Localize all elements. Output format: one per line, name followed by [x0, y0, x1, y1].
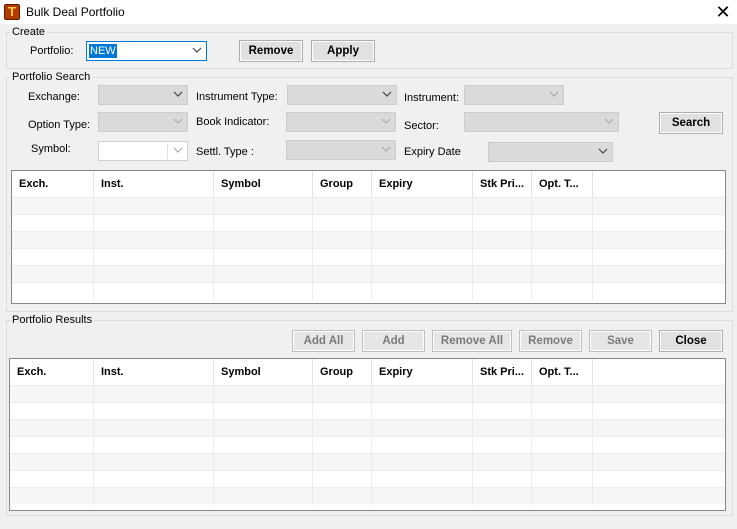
empty-grid-cell: [10, 420, 593, 437]
empty-grid-row: [10, 470, 725, 488]
save-button[interactable]: Save: [589, 330, 652, 352]
chevron-down-icon: [549, 91, 559, 97]
create-group-label: Create: [10, 26, 48, 38]
option-type-label: Option Type:: [28, 119, 91, 131]
grid-header: Exch. Inst. Symbol Group Expiry Stk Pri.…: [10, 359, 725, 385]
empty-grid-row: [12, 214, 725, 232]
chevron-down-icon: [382, 91, 392, 97]
empty-grid-cell: [10, 403, 593, 420]
column-header-exch[interactable]: Exch.: [12, 171, 94, 197]
empty-grid-cell: [12, 249, 593, 266]
column-header-opt-type[interactable]: Opt. T...: [532, 359, 593, 385]
remove-all-button[interactable]: Remove All: [432, 330, 512, 352]
empty-grid-cell: [12, 266, 593, 283]
symbol-dropdown[interactable]: [98, 141, 188, 161]
apply-button[interactable]: Apply: [311, 40, 375, 62]
search-results-grid[interactable]: Exch. Inst. Symbol Group Expiry Stk Pri.…: [11, 170, 726, 304]
column-header-group[interactable]: Group: [313, 171, 372, 197]
settl-type-label: Settl. Type :: [196, 146, 254, 158]
chevron-down-icon: [598, 148, 608, 154]
column-header-symbol[interactable]: Symbol: [214, 359, 313, 385]
instrument-type-label: Instrument Type:: [196, 91, 278, 103]
symbol-input[interactable]: [100, 143, 168, 159]
column-header-stk-price[interactable]: Stk Pri...: [473, 171, 532, 197]
app-logo-icon: T: [4, 4, 20, 20]
empty-grid-row: [12, 197, 725, 215]
empty-grid-row: [10, 453, 725, 471]
close-window-icon[interactable]: ✕: [712, 1, 734, 23]
book-indicator-label: Book Indicator:: [196, 116, 270, 128]
chevron-down-icon: [381, 146, 391, 152]
column-header-inst[interactable]: Inst.: [94, 359, 214, 385]
empty-grid-cell: [10, 437, 593, 454]
chevron-down-icon: [173, 91, 183, 97]
column-header-group[interactable]: Group: [313, 359, 372, 385]
empty-grid-row: [12, 248, 725, 266]
column-header-opt-type[interactable]: Opt. T...: [532, 171, 593, 197]
search-button[interactable]: Search: [659, 112, 723, 134]
portfolio-dropdown[interactable]: NEW: [86, 41, 207, 61]
portfolio-search-label: Portfolio Search: [10, 71, 93, 83]
empty-grid-cell: [10, 386, 593, 403]
empty-grid-row: [12, 282, 725, 300]
column-header-stk-price[interactable]: Stk Pri...: [473, 359, 532, 385]
empty-grid-cell: [10, 471, 593, 488]
exchange-label: Exchange:: [28, 91, 80, 103]
window-title: Bulk Deal Portfolio: [26, 5, 125, 19]
empty-grid-row: [12, 231, 725, 249]
exchange-dropdown[interactable]: [98, 85, 188, 105]
empty-grid-row: [10, 402, 725, 420]
instrument-type-dropdown[interactable]: [287, 85, 397, 105]
empty-grid-row: [12, 265, 725, 283]
empty-grid-row: [10, 436, 725, 454]
column-header-exch[interactable]: Exch.: [10, 359, 94, 385]
sector-label: Sector:: [404, 120, 439, 132]
column-header-inst[interactable]: Inst.: [94, 171, 214, 197]
settl-type-dropdown[interactable]: [286, 140, 396, 160]
chevron-down-icon: [173, 147, 183, 153]
book-indicator-dropdown[interactable]: [286, 112, 396, 132]
column-header-expiry[interactable]: Expiry: [372, 359, 473, 385]
symbol-label: Symbol:: [31, 143, 71, 155]
sector-dropdown[interactable]: [464, 112, 619, 132]
empty-grid-row: [10, 385, 725, 403]
empty-grid-cell: [12, 215, 593, 232]
empty-grid-cell: [12, 283, 593, 300]
expiry-date-label: Expiry Date: [404, 146, 461, 158]
empty-grid-cell: [12, 198, 593, 215]
portfolio-results-grid[interactable]: Exch. Inst. Symbol Group Expiry Stk Pri.…: [9, 358, 726, 511]
remove-button[interactable]: Remove: [519, 330, 582, 352]
add-button[interactable]: Add: [362, 330, 425, 352]
chevron-down-icon: [381, 118, 391, 124]
column-header-symbol[interactable]: Symbol: [214, 171, 313, 197]
add-all-button[interactable]: Add All: [292, 330, 355, 352]
portfolio-value: NEW: [89, 44, 117, 58]
remove-portfolio-button[interactable]: Remove: [239, 40, 303, 62]
empty-grid-row: [10, 419, 725, 437]
close-button[interactable]: Close: [659, 330, 723, 352]
empty-grid-row: [10, 487, 725, 505]
portfolio-label: Portfolio:: [30, 45, 74, 57]
option-type-dropdown[interactable]: [98, 112, 188, 132]
instrument-dropdown[interactable]: [464, 85, 564, 105]
chevron-down-icon: [173, 118, 183, 124]
column-header-expiry[interactable]: Expiry: [372, 171, 473, 197]
chevron-down-icon: [604, 118, 614, 124]
grid-header: Exch. Inst. Symbol Group Expiry Stk Pri.…: [12, 171, 725, 197]
empty-grid-cell: [10, 488, 593, 505]
empty-grid-cell: [12, 232, 593, 249]
expiry-date-dropdown[interactable]: [488, 142, 613, 162]
portfolio-results-label: Portfolio Results: [10, 314, 95, 326]
chevron-down-icon: [192, 47, 202, 53]
instrument-label: Instrument:: [404, 92, 460, 104]
empty-grid-cell: [10, 454, 593, 471]
